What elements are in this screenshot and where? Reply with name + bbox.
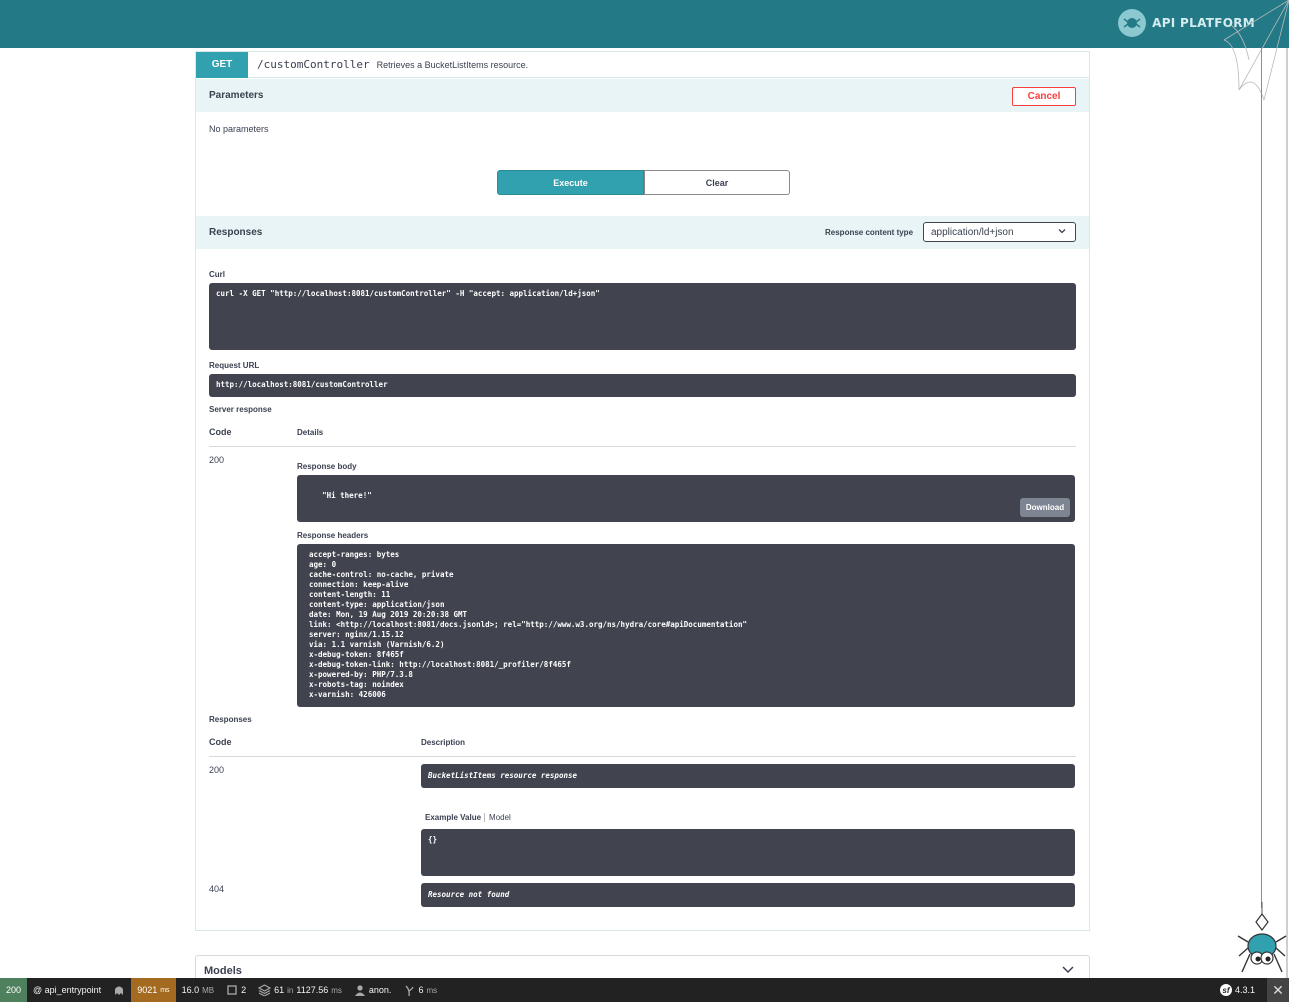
- response-body-label: Response body: [297, 462, 357, 471]
- download-button[interactable]: Download: [1020, 498, 1070, 517]
- parameters-title: Parameters: [209, 90, 264, 101]
- debug-user: anon.: [368, 985, 392, 995]
- response-header-line: link: <http://localhost:8081/docs.jsonld…: [309, 620, 747, 629]
- responses-title: Responses: [209, 227, 263, 238]
- content-type-value: application/ld+json: [931, 226, 1014, 238]
- response-header-line: server: nginx/1.15.12: [309, 630, 404, 639]
- debug-render-unit: ms: [426, 985, 438, 995]
- debug-forms-count: 2: [241, 985, 247, 995]
- operation-summary[interactable]: GET /customController Retrieves a Bucket…: [196, 51, 1089, 78]
- description-column-header: Description: [421, 738, 466, 747]
- method-badge: GET: [196, 51, 248, 78]
- response-header-line: cache-control: no-cache, private: [309, 570, 454, 579]
- operation-block: GET /customController Retrieves a Bucket…: [195, 51, 1090, 931]
- spider-mascot-icon: [1237, 902, 1287, 973]
- details-column-header: Details: [297, 428, 324, 437]
- model-tab[interactable]: Model: [484, 813, 511, 822]
- debug-db-queries: 61: [274, 985, 285, 995]
- request-url-label: Request URL: [209, 361, 260, 370]
- live-response-code: 200: [209, 455, 225, 465]
- responses-header: Responses Response content type applicat…: [196, 216, 1089, 249]
- divider: [209, 756, 1076, 757]
- parameters-header: Parameters Cancel: [196, 79, 1089, 112]
- debug-db-unit: ms: [331, 985, 342, 995]
- debug-forms[interactable]: 2: [220, 978, 252, 1002]
- content-type-select[interactable]: application/ld+json: [923, 222, 1076, 242]
- cancel-button[interactable]: Cancel: [1012, 87, 1076, 106]
- response-header-line: x-debug-token-link: http://localhost:808…: [309, 660, 571, 669]
- debug-symfony[interactable]: sf 4.3.1: [1214, 978, 1261, 1002]
- twig-icon: [405, 985, 415, 996]
- debug-toolbar: 200 @ api_entrypoint 9021 ms 16.0 MB 2 6…: [0, 978, 1289, 1002]
- response-code-200: 200: [209, 765, 225, 775]
- response-header-line: x-robots-tag: noindex: [309, 680, 404, 689]
- response-header-line: accept-ranges: bytes: [309, 550, 400, 559]
- no-parameters-text: No parameters: [209, 124, 269, 134]
- chevron-down-icon: [1058, 229, 1066, 234]
- response-404-description: Resource not found: [421, 883, 1075, 907]
- database-icon: [258, 984, 272, 996]
- doc-code-column-header: Code: [209, 737, 232, 747]
- page-edge: [1286, 48, 1288, 978]
- form-icon: [227, 985, 237, 995]
- example-tabs: Example Value Model: [425, 813, 511, 822]
- debug-twig[interactable]: 6 ms: [397, 978, 443, 1002]
- curl-command[interactable]: curl -X GET "http://localhost:8081/custo…: [209, 283, 1076, 350]
- debug-db-in: in: [287, 985, 294, 995]
- clear-button[interactable]: Clear: [644, 170, 790, 195]
- execute-button[interactable]: Execute: [497, 170, 644, 195]
- response-body-text: "Hi there!": [322, 491, 372, 500]
- response-header-line: via: 1.1 varnish (Varnish/6.2): [309, 640, 445, 649]
- response-headers[interactable]: accept-ranges: bytes age: 0 cache-control:…: [297, 544, 1075, 707]
- debug-memory[interactable]: 16.0 MB: [176, 978, 221, 1002]
- request-url[interactable]: http://localhost:8081/customController: [209, 374, 1076, 397]
- response-header-line: content-type: application/json: [309, 600, 445, 609]
- debug-right: sf 4.3.1 ✕: [1214, 978, 1289, 1002]
- response-header-line: content-length: 11: [309, 590, 391, 599]
- server-response-label: Server response: [209, 405, 272, 414]
- debug-time-unit: ms: [160, 986, 170, 994]
- divider: [209, 446, 1076, 447]
- models-title: Models: [204, 965, 242, 977]
- debug-ajax[interactable]: [107, 978, 131, 1002]
- debug-database[interactable]: 61 in 1127.56 ms: [252, 978, 348, 1002]
- content-type-label: Response content type: [825, 228, 914, 237]
- debug-symfony-version: 4.3.1: [1234, 985, 1255, 995]
- response-header-line: x-powered-by: PHP/7.3.8: [309, 670, 413, 679]
- example-value-tab[interactable]: Example Value: [425, 813, 481, 822]
- response-headers-label: Response headers: [297, 531, 369, 540]
- chevron-down-icon[interactable]: [1061, 962, 1075, 976]
- debug-security[interactable]: anon.: [348, 978, 398, 1002]
- debug-status-code[interactable]: 200: [0, 978, 27, 1002]
- debug-memory-value: 16.0: [181, 985, 200, 995]
- response-header-line: date: Mon, 19 Aug 2019 20:20:38 GMT: [309, 610, 468, 619]
- response-header-line: age: 0: [309, 560, 337, 569]
- response-header-line: x-debug-token: 8f465f: [309, 650, 404, 659]
- code-column-header: Code: [209, 427, 232, 437]
- debug-route[interactable]: @ api_entrypoint: [27, 978, 107, 1002]
- debug-render-value: 6: [418, 985, 424, 995]
- example-value[interactable]: {}: [421, 829, 1075, 876]
- debug-memory-unit: MB: [202, 985, 215, 995]
- documented-responses-title: Responses: [209, 715, 252, 724]
- spider-thread: [1261, 48, 1262, 908]
- response-header-line: x-varnish: 426006: [309, 690, 386, 699]
- debug-time[interactable]: 9021 ms: [131, 978, 176, 1002]
- debug-db-time: 1127.56: [296, 985, 329, 995]
- operation-path: /customController: [257, 58, 370, 71]
- response-200-description: BucketListItems resource response: [421, 764, 1075, 788]
- response-header-line: connection: keep-alive: [309, 580, 409, 589]
- debug-time-value: 9021: [137, 985, 158, 995]
- response-body[interactable]: "Hi there!" Download: [297, 475, 1075, 522]
- close-icon[interactable]: ✕: [1267, 978, 1289, 1002]
- symfony-logo-icon: sf: [1219, 984, 1232, 996]
- spider-web-icon: [1223, 0, 1289, 101]
- top-bar: API PLATFORM: [0, 0, 1289, 48]
- operation-description: Retrieves a BucketListItems resource.: [376, 59, 529, 70]
- ghost-icon: [115, 986, 124, 995]
- curl-label: Curl: [209, 270, 225, 279]
- spider-logo-icon: [1118, 9, 1147, 37]
- response-code-404: 404: [209, 884, 225, 894]
- user-icon: [354, 985, 365, 996]
